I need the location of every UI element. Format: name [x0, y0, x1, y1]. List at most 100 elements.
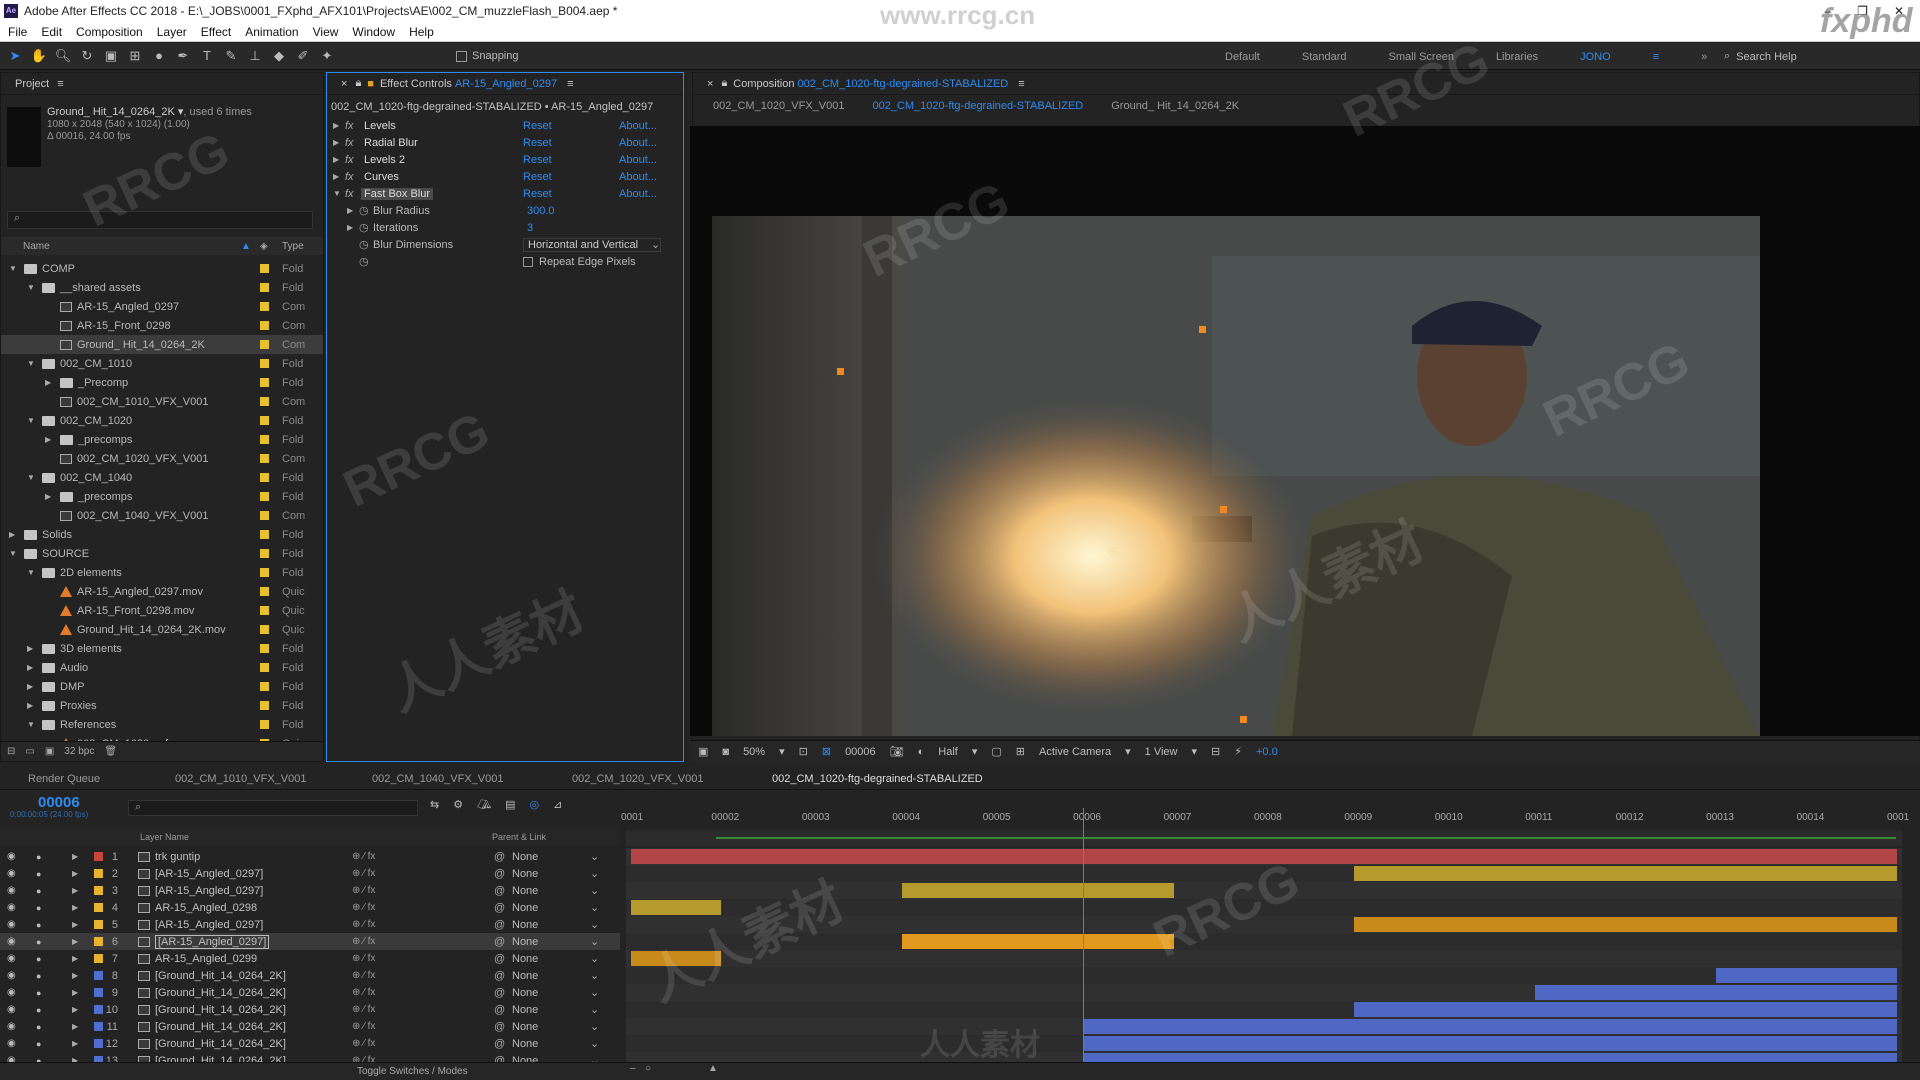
parent-pickwhip-icon[interactable]: @	[494, 919, 505, 931]
chevron-down-icon[interactable]: ⌄	[590, 901, 599, 914]
effect-row[interactable]: ▶ fx Radial Blur Reset About...	[327, 134, 683, 151]
disclosure-closed-icon[interactable]: ▶	[27, 682, 37, 691]
stopwatch-icon[interactable]: ◷	[359, 255, 369, 268]
footage-frame[interactable]: ⊕	[712, 216, 1760, 736]
disclosure-open-icon[interactable]: ▼	[27, 416, 37, 425]
menu-file[interactable]: File	[8, 25, 27, 39]
label-swatch[interactable]	[260, 359, 269, 368]
project-item[interactable]: ▼ __shared assets Fold	[1, 278, 323, 297]
lock-icon[interactable]: 🔒︎	[721, 77, 727, 90]
switches[interactable]: ⊕ ⁄ fx	[352, 902, 375, 913]
visibility-eye-icon[interactable]: ◉	[7, 936, 16, 947]
project-item[interactable]: ▼ 002_CM_1020 Fold	[1, 411, 323, 430]
fx-toggle-icon[interactable]: fx	[345, 188, 354, 200]
parent-dropdown[interactable]: None	[512, 970, 538, 982]
layer-name[interactable]: AR-15_Angled_0299	[155, 953, 257, 965]
chevron-down-icon[interactable]: ⌄	[590, 918, 599, 931]
brush-tool-icon[interactable]: ✎	[222, 47, 240, 65]
repeat-edge-parameter[interactable]: ◷ Repeat Edge Pixels	[327, 253, 683, 270]
workspace-standard[interactable]: Standard	[1302, 51, 1347, 63]
toggle-pixel-aspect-icon[interactable]: ⊟	[1211, 745, 1220, 758]
layer-name[interactable]: [Ground_Hit_14_0264_2K]	[155, 1021, 286, 1033]
label-swatch[interactable]	[260, 644, 269, 653]
parameter-value[interactable]: Horizontal and Vertical	[523, 237, 661, 252]
motion-blur-icon[interactable]: ◎	[529, 798, 539, 811]
parent-dropdown[interactable]: None	[512, 1038, 538, 1050]
layer-name[interactable]: [Ground_Hit_14_0264_2K]	[155, 987, 286, 999]
layer-duration-bar[interactable]	[1535, 985, 1897, 1000]
disclosure-closed-icon[interactable]: ▶	[72, 903, 78, 912]
switches[interactable]: ⊕ ⁄ fx	[352, 1038, 375, 1049]
switches[interactable]: ⊕ ⁄ fx	[352, 885, 375, 896]
disclosure-closed-icon[interactable]: ▶	[72, 886, 78, 895]
parent-dropdown[interactable]: None	[512, 987, 538, 999]
parameter-value[interactable]: 3	[527, 222, 533, 234]
label-swatch[interactable]	[260, 625, 269, 634]
label-swatch[interactable]	[260, 264, 269, 273]
switches[interactable]: ⊕ ⁄ fx	[352, 851, 375, 862]
tab-1040[interactable]: 002_CM_1040_VFX_V001	[372, 773, 503, 785]
layer-name[interactable]: [AR-15_Angled_0297]	[155, 868, 263, 880]
layer-duration-bar[interactable]	[1716, 968, 1897, 983]
project-item[interactable]: ▼ References Fold	[1, 715, 323, 734]
project-item[interactable]: ▶ _precomps Fold	[1, 430, 323, 449]
menu-edit[interactable]: Edit	[41, 25, 62, 39]
project-item[interactable]: ▼ COMP Fold	[1, 259, 323, 278]
parent-dropdown[interactable]: None	[512, 936, 538, 948]
stopwatch-icon[interactable]: ◷	[359, 238, 369, 251]
solo-icon[interactable]: ●	[36, 1005, 41, 1015]
disclosure-closed-icon[interactable]: ▶	[45, 378, 55, 387]
layer-name[interactable]: [AR-15_Angled_0297]	[155, 934, 270, 949]
tab-render-queue[interactable]: Render Queue	[28, 773, 100, 785]
disclosure-closed-icon[interactable]: ▶	[347, 206, 353, 215]
disclosure-closed-icon[interactable]: ▶	[72, 852, 78, 861]
label-swatch[interactable]	[260, 378, 269, 387]
pan-behind-tool-icon[interactable]: ⊞	[126, 47, 144, 65]
label-swatch[interactable]	[260, 302, 269, 311]
workspace-overflow-icon[interactable]: »	[1701, 51, 1707, 63]
solo-icon[interactable]: ●	[36, 971, 41, 981]
layer-row[interactable]: ◉ ● ▶ 7 AR-15_Angled_0299 ⊕ ⁄ fx @ None ⌄	[0, 950, 620, 967]
workspace-menu-icon[interactable]: ≡	[1653, 51, 1659, 63]
effect-parameter[interactable]: ◷ Blur Dimensions Horizontal and Vertical ⌄	[327, 236, 683, 253]
switches[interactable]: ⊕ ⁄ fx	[352, 987, 375, 998]
minimize-button[interactable]: –	[1824, 4, 1831, 18]
bpc-toggle[interactable]: 32 bpc	[64, 746, 94, 757]
menu-view[interactable]: View	[313, 25, 339, 39]
layer-row[interactable]: ◉ ● ▶ 5 [AR-15_Angled_0297] ⊕ ⁄ fx @ None ⌄	[0, 916, 620, 933]
column-name[interactable]: Name	[23, 241, 50, 252]
interpret-footage-icon[interactable]: ⊟	[7, 746, 15, 757]
switches[interactable]: ⊕ ⁄ fx	[352, 919, 375, 930]
label-swatch[interactable]	[260, 720, 269, 729]
shy-icon[interactable]: ⛺︎	[477, 798, 491, 811]
project-item[interactable]: AR-15_Angled_0297.mov Quic	[1, 582, 323, 601]
playhead[interactable]	[1083, 808, 1085, 1080]
sort-ascending-icon[interactable]: ▲	[241, 241, 251, 252]
tab-stabalized[interactable]: 002_CM_1020-ftg-degrained-STABALIZED	[772, 773, 983, 785]
label-swatch[interactable]	[260, 606, 269, 615]
project-item[interactable]: ▶ Audio Fold	[1, 658, 323, 677]
column-parent[interactable]: Parent & Link	[492, 832, 546, 842]
chevron-down-icon[interactable]: ⌄	[590, 850, 599, 863]
disclosure-closed-icon[interactable]: ▶	[72, 1022, 78, 1031]
chevron-down-icon[interactable]: ⌄	[590, 1037, 599, 1050]
workspace-libraries[interactable]: Libraries	[1496, 51, 1538, 63]
visibility-eye-icon[interactable]: ◉	[7, 851, 16, 862]
resolution-dropdown[interactable]: Half	[938, 746, 958, 758]
disclosure-closed-icon[interactable]: ▶	[27, 701, 37, 710]
panel-menu-icon[interactable]: ≡	[1018, 78, 1024, 90]
mask-visibility-icon[interactable]: ◙	[722, 746, 729, 758]
tab-1020[interactable]: 002_CM_1020_VFX_V001	[572, 773, 703, 785]
close-button[interactable]: ✕	[1894, 4, 1904, 18]
parent-pickwhip-icon[interactable]: @	[494, 1004, 505, 1016]
label-swatch[interactable]	[260, 568, 269, 577]
comp-mini-flowchart-icon[interactable]: ⇆	[430, 798, 439, 811]
tab-1010[interactable]: 002_CM_1010_VFX_V001	[175, 773, 306, 785]
disclosure-open-icon[interactable]: ▼	[27, 359, 37, 368]
effect-controls-tab[interactable]: × 🔒︎ ■ Effect Controls AR-15_Angled_0297…	[327, 73, 683, 95]
graph-editor-icon[interactable]: ⊿	[553, 798, 562, 811]
disclosure-open-icon[interactable]: ▼	[27, 568, 37, 577]
roto-brush-tool-icon[interactable]: ✐	[294, 47, 312, 65]
zoom-in-icon[interactable]: ▲	[708, 1063, 718, 1074]
repeat-edge-checkbox[interactable]	[523, 256, 533, 267]
